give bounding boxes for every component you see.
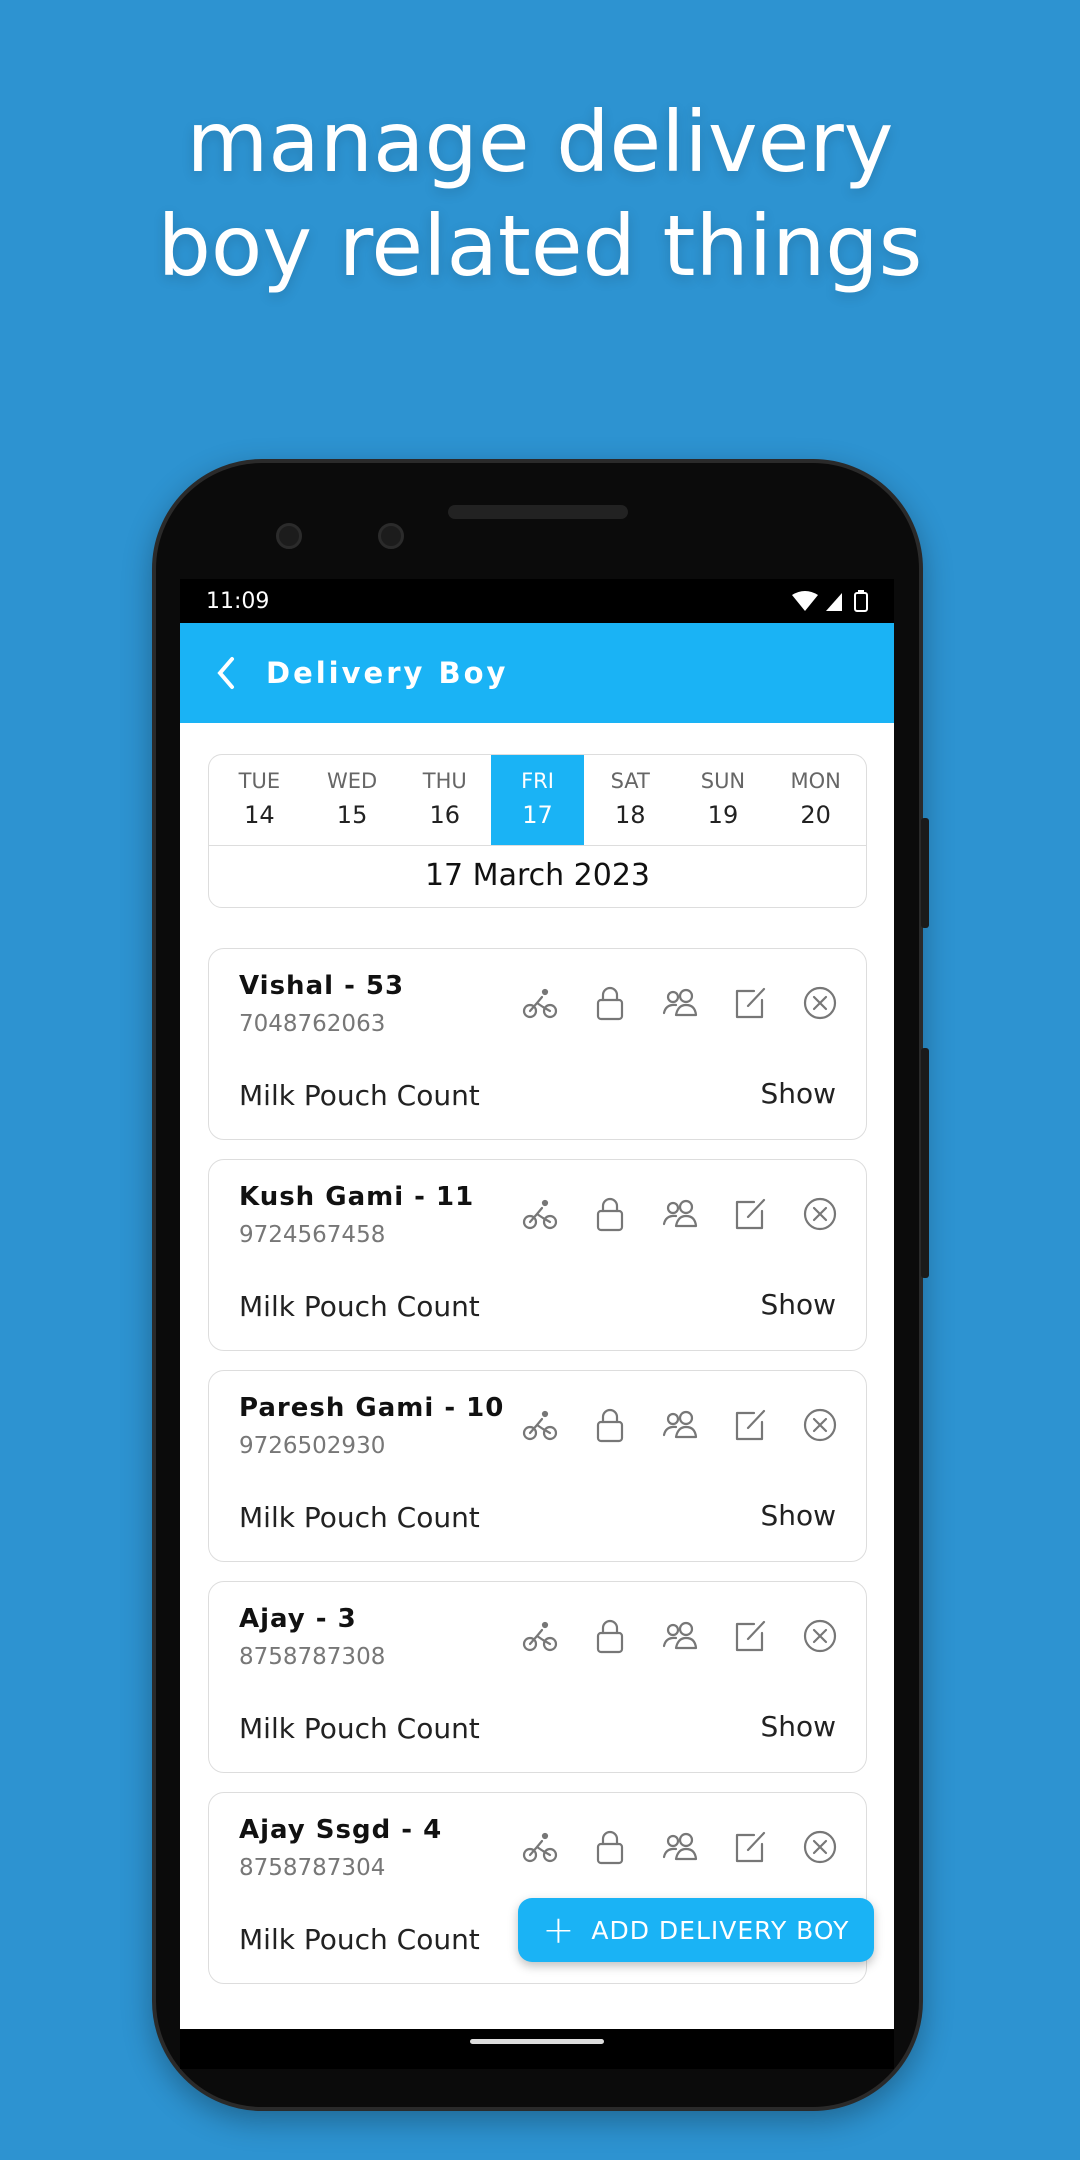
delivery-boy-phone: 7048762063 [239, 1011, 386, 1037]
app-bar: Delivery Boy [180, 623, 894, 723]
bicycle-icon[interactable] [522, 1618, 558, 1654]
card-actions [522, 985, 838, 1021]
milk-pouch-count-label: Milk Pouch Count [239, 1712, 480, 1745]
delivery-boy-phone: 8758787308 [239, 1644, 386, 1670]
day-of-week: FRI [521, 769, 554, 793]
power-button [921, 818, 929, 928]
bicycle-icon[interactable] [522, 1196, 558, 1232]
show-button[interactable]: Show [760, 1499, 836, 1532]
delivery-boy-name: Ajay - 3 [239, 1604, 357, 1634]
sensor [276, 523, 302, 549]
day-mon[interactable]: MON 20 [769, 755, 862, 845]
delivery-boy-card: Ajay - 3 8758787308 Milk Pouch Count Sho… [208, 1581, 867, 1773]
wifi-icon [792, 591, 818, 611]
milk-pouch-count-label: Milk Pouch Count [239, 1290, 480, 1323]
day-wed[interactable]: WED 15 [306, 755, 399, 845]
lock-icon[interactable] [592, 1829, 628, 1865]
lock-icon[interactable] [592, 985, 628, 1021]
edit-icon[interactable] [732, 1618, 768, 1654]
milk-pouch-count-label: Milk Pouch Count [239, 1079, 480, 1112]
delivery-boy-name: Paresh Gami - 10 [239, 1393, 505, 1423]
delivery-boy-name: Ajay Ssgd - 4 [239, 1815, 443, 1845]
nav-bar [180, 2029, 894, 2069]
card-actions [522, 1618, 838, 1654]
close-circle-icon[interactable] [802, 1407, 838, 1443]
day-of-week: SUN [700, 769, 746, 793]
lock-icon[interactable] [592, 1618, 628, 1654]
headline: manage delivery boy related things [0, 90, 1080, 298]
day-of-week: THU [422, 769, 467, 793]
day-of-week: SAT [610, 769, 650, 793]
day-fri[interactable]: FRI 17 [491, 755, 584, 845]
date-picker: TUE 14 WED 15 THU 16 FRI 17 SAT 18 SUN 19 MON 20 17 M… [208, 754, 867, 908]
day-of-week: TUE [238, 769, 281, 793]
screen: 11:09 Delivery Boy TUE 14 WED 15 THU 16 FRI 17 S… [180, 579, 894, 2029]
edit-icon[interactable] [732, 1407, 768, 1443]
users-icon[interactable] [662, 1407, 698, 1443]
day-number: 17 [522, 801, 553, 829]
bicycle-icon[interactable] [522, 1829, 558, 1865]
milk-pouch-count-label: Milk Pouch Count [239, 1501, 480, 1534]
close-circle-icon[interactable] [802, 1829, 838, 1865]
day-sat[interactable]: SAT 18 [584, 755, 677, 845]
status-time: 11:09 [206, 588, 270, 614]
volume-button [921, 1048, 929, 1278]
delivery-boy-phone: 9726502930 [239, 1433, 386, 1459]
page-title: Delivery Boy [266, 656, 509, 690]
status-bar: 11:09 [180, 579, 894, 623]
day-thu[interactable]: THU 16 [398, 755, 491, 845]
chevron-left-icon[interactable] [216, 656, 236, 690]
delivery-boy-phone: 8758787304 [239, 1855, 386, 1881]
delivery-boy-name: Vishal - 53 [239, 971, 405, 1001]
bicycle-icon[interactable] [522, 985, 558, 1021]
day-tue[interactable]: TUE 14 [213, 755, 306, 845]
add-delivery-boy-button[interactable]: + ADD DELIVERY BOY [518, 1898, 874, 1962]
battery-icon [854, 590, 868, 612]
day-sun[interactable]: SUN 19 [677, 755, 770, 845]
edit-icon[interactable] [732, 1196, 768, 1232]
day-of-week: WED [326, 769, 378, 793]
card-actions [522, 1829, 838, 1865]
users-icon[interactable] [662, 1196, 698, 1232]
milk-pouch-count-label: Milk Pouch Count [239, 1923, 480, 1956]
day-number: 19 [707, 801, 739, 829]
close-circle-icon[interactable] [802, 1618, 838, 1654]
home-gesture-bar[interactable] [470, 2039, 604, 2044]
day-number: 15 [336, 801, 368, 829]
delivery-boy-card: Kush Gami - 11 9724567458 Milk Pouch Cou… [208, 1159, 867, 1351]
card-actions [522, 1196, 838, 1232]
earpiece [448, 505, 628, 519]
users-icon[interactable] [662, 1829, 698, 1865]
edit-icon[interactable] [732, 1829, 768, 1865]
lock-icon[interactable] [592, 1196, 628, 1232]
card-actions [522, 1407, 838, 1443]
selected-date: 17 March 2023 [424, 858, 651, 893]
delivery-boy-card: Vishal - 53 7048762063 Milk Pouch Count … [208, 948, 867, 1140]
users-icon[interactable] [662, 985, 698, 1021]
front-camera [378, 523, 404, 549]
lock-icon[interactable] [592, 1407, 628, 1443]
edit-icon[interactable] [732, 985, 768, 1021]
signal-icon [826, 593, 842, 611]
delivery-boy-name: Kush Gami - 11 [239, 1182, 475, 1212]
users-icon[interactable] [662, 1618, 698, 1654]
show-button[interactable]: Show [760, 1077, 836, 1110]
show-button[interactable]: Show [760, 1288, 836, 1321]
fab-label: ADD DELIVERY BOY [591, 1915, 850, 1945]
delivery-boy-phone: 9724567458 [239, 1222, 386, 1248]
day-number: 20 [800, 801, 831, 829]
headline-line-1: manage delivery [186, 93, 894, 191]
delivery-boy-card: Paresh Gami - 10 9726502930 Milk Pouch C… [208, 1370, 867, 1562]
plus-icon: + [542, 1908, 576, 1952]
close-circle-icon[interactable] [802, 985, 838, 1021]
show-button[interactable]: Show [760, 1710, 836, 1743]
day-number: 16 [429, 801, 461, 829]
day-number: 18 [614, 801, 646, 829]
bicycle-icon[interactable] [522, 1407, 558, 1443]
headline-line-2: boy related things [157, 197, 923, 295]
day-number: 14 [244, 801, 275, 829]
phone-frame: 11:09 Delivery Boy TUE 14 WED 15 THU 16 FRI 17 S… [152, 459, 929, 2111]
day-of-week: MON [790, 769, 841, 793]
close-circle-icon[interactable] [802, 1196, 838, 1232]
